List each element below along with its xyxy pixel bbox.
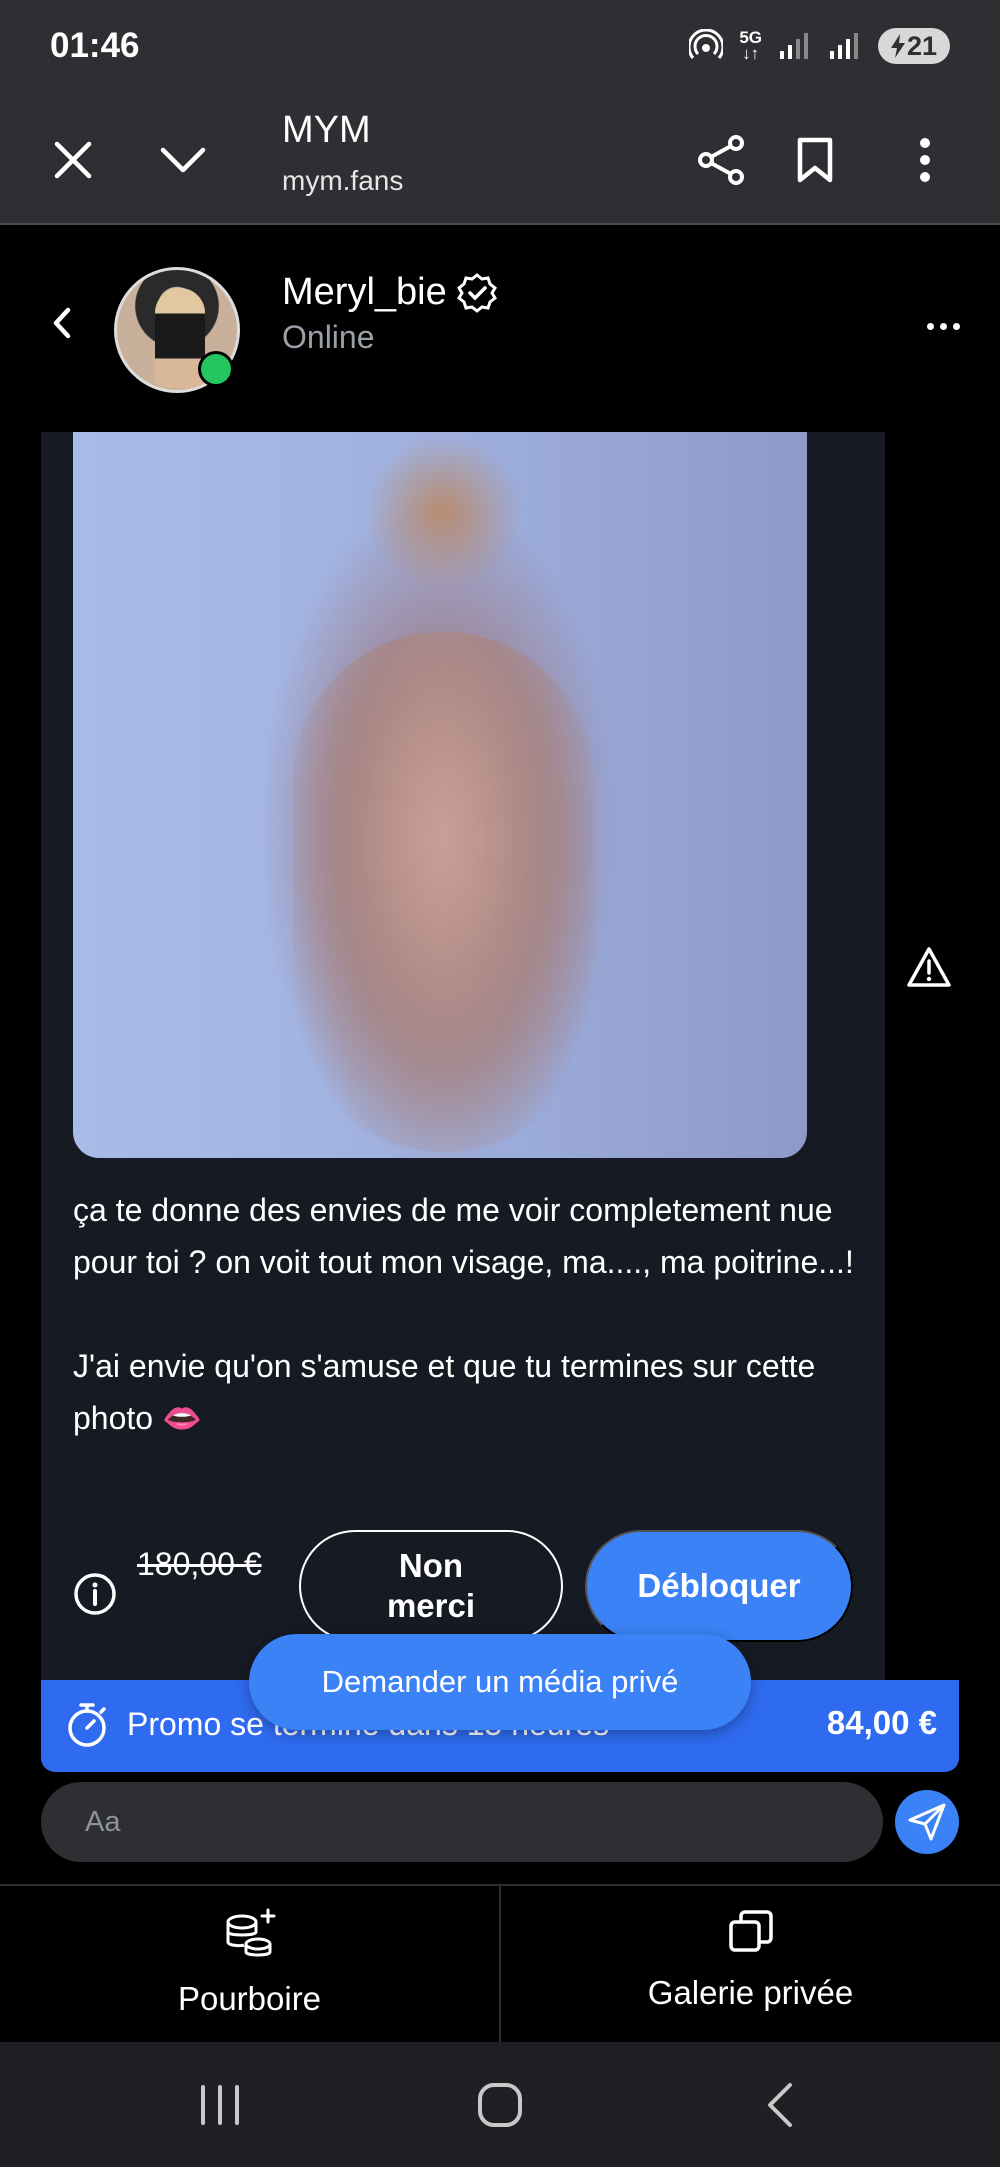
chevron-down-icon <box>160 147 206 173</box>
battery-indicator: 21 <box>878 28 950 64</box>
page-url[interactable]: mym.fans <box>282 165 403 197</box>
overflow-menu-button[interactable] <box>900 95 950 225</box>
page-title: MYM <box>282 109 371 151</box>
promo-price: 84,00 € <box>826 1704 937 1741</box>
share-button[interactable] <box>688 95 754 225</box>
battery-level: 21 <box>906 30 938 61</box>
back-icon <box>768 2082 792 2127</box>
presence-status: Online <box>282 319 375 355</box>
status-bar: 01:46 5G ↓↑ 21 <box>0 0 1000 95</box>
promo-timer <box>65 1702 109 1753</box>
tab-label: Galerie privée <box>647 1974 854 2011</box>
bottom-tabs: Pourboire Galerie privée <box>0 1884 1000 2042</box>
more-dot <box>940 323 947 330</box>
chat-header: Meryl_bie Online <box>0 227 1000 422</box>
send-icon <box>908 1803 946 1841</box>
collapse-button[interactable] <box>150 95 216 225</box>
online-indicator <box>198 351 234 387</box>
close-icon <box>54 141 92 179</box>
message-text: ça te donne des envies de me voir comple… <box>73 1192 854 1436</box>
username-label: Meryl_bie <box>282 271 447 313</box>
report-button[interactable] <box>906 946 952 993</box>
gallery-icon <box>728 1910 773 1952</box>
locked-media-preview[interactable] <box>73 432 807 1158</box>
warning-icon <box>907 947 951 987</box>
hotspot-icon <box>689 29 724 59</box>
more-dot <box>927 323 934 330</box>
browser-toolbar: MYM mym.fans <box>0 95 1000 225</box>
recent-apps-icon <box>201 2084 239 2125</box>
tab-label: Pourboire <box>177 1980 322 2017</box>
network-type: 5G ↓↑ <box>739 28 762 63</box>
media-blur <box>363 432 523 592</box>
chat-more-button[interactable] <box>927 323 960 330</box>
original-price: 180,00 € <box>137 1546 262 1582</box>
message-composer <box>41 1782 883 1862</box>
request-private-media-button[interactable]: Demander un média privé <box>249 1634 751 1730</box>
status-icons: 5G ↓↑ 21 <box>689 28 950 64</box>
system-nav-bar <box>0 2042 1000 2167</box>
bookmark-button[interactable] <box>782 95 848 225</box>
more-dot <box>953 323 960 330</box>
chevron-left-icon <box>53 307 71 339</box>
message-card: ça te donne des envies de me voir comple… <box>41 432 885 1682</box>
home-icon <box>478 2082 522 2127</box>
message-input[interactable] <box>41 1782 883 1862</box>
tab-tip[interactable]: Pourboire <box>0 1886 499 2042</box>
charging-icon <box>890 34 905 58</box>
tab-private-gallery[interactable]: Galerie privée <box>499 1886 1000 2042</box>
status-time: 01:46 <box>50 26 140 65</box>
username[interactable]: Meryl_bie <box>282 271 497 314</box>
decline-button[interactable]: Non merci <box>299 1530 563 1642</box>
send-button[interactable] <box>895 1790 959 1854</box>
price-info-button[interactable] <box>73 1572 117 1621</box>
signal-icon <box>780 33 808 59</box>
unlock-button[interactable]: Débloquer <box>585 1530 853 1642</box>
close-button[interactable] <box>40 95 106 225</box>
signal-icon-2 <box>830 33 858 59</box>
more-vert-icon <box>920 138 930 182</box>
verified-badge-icon <box>456 272 497 313</box>
back-button[interactable] <box>52 307 72 344</box>
coins-plus-icon <box>226 1908 275 1957</box>
stopwatch-icon <box>68 1703 106 1747</box>
home-button[interactable] <box>460 2042 540 2167</box>
price-row: 180,00 € Non merci Débloquer <box>73 1530 863 1650</box>
recent-apps-button[interactable] <box>180 2042 260 2167</box>
bookmark-icon <box>797 137 833 183</box>
media-blur <box>293 632 593 1152</box>
system-back-button[interactable] <box>740 2042 820 2167</box>
share-icon <box>698 135 744 185</box>
info-icon <box>74 1573 116 1615</box>
